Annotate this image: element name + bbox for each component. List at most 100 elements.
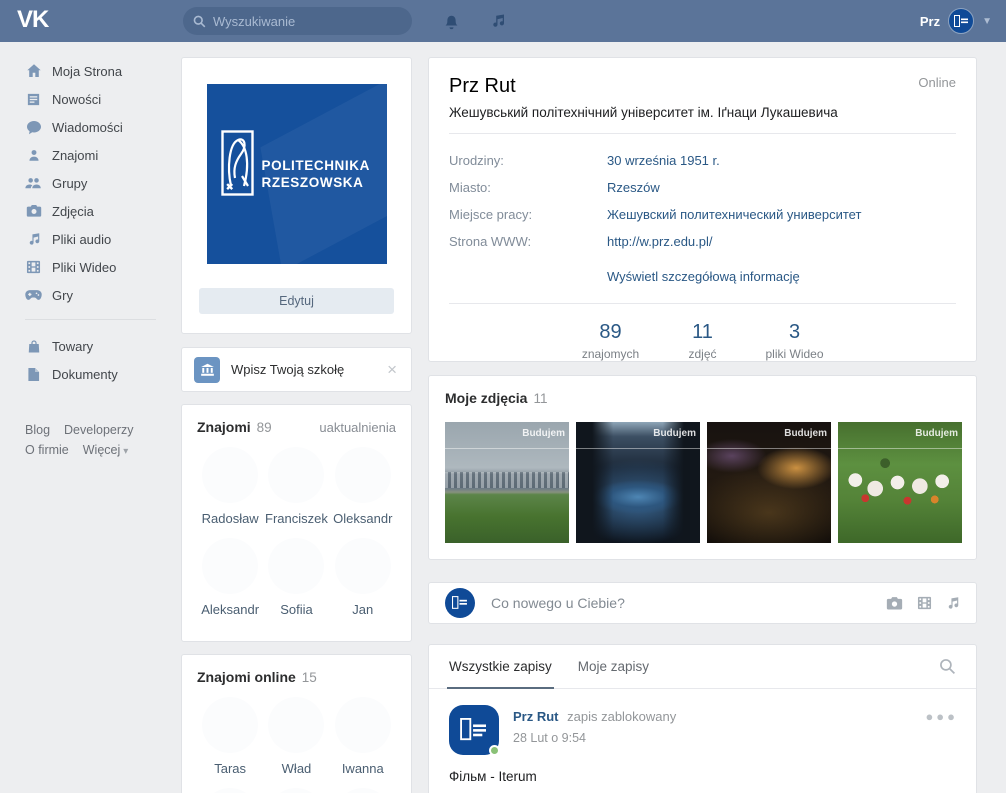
profile-counters: 89 znajomych 11 zdjęć 3 pliki Wideo <box>449 308 956 361</box>
friends-title[interactable]: Znajomi <box>197 419 251 435</box>
photo-campus-building[interactable]: Budujem <box>445 422 569 543</box>
friend-avatar[interactable] <box>268 538 324 594</box>
main-column: Prz Rut Online Жешувський політехнічний … <box>428 57 977 793</box>
left-column: POLITECHNIKA RZESZOWSKA Edytuj Wpisz Two… <box>181 57 412 793</box>
sidebar-item-grupy[interactable]: Grupy <box>0 169 181 197</box>
school-prompt-text[interactable]: Wpisz Twoją szkołę <box>231 362 385 377</box>
attach-video-button[interactable] <box>917 596 932 611</box>
composer-placeholder[interactable]: Co nowego u Ciebie? <box>491 595 886 611</box>
chevron-down-icon: ▼ <box>982 16 992 27</box>
sidebar-item-towary[interactable]: Towary <box>0 332 181 360</box>
show-detailed-info-link[interactable]: Wyświetl szczegółową informację <box>607 263 956 290</box>
footer-link-developerzy[interactable]: Developerzy <box>64 420 133 440</box>
detail-value[interactable]: 30 września 1951 r. <box>607 153 720 168</box>
sidebar-item-label: Grupy <box>52 176 87 191</box>
close-icon[interactable]: × <box>385 360 399 380</box>
status-text[interactable]: Жешувський політехнічний університет ім.… <box>449 105 956 120</box>
search-box[interactable] <box>183 7 412 35</box>
friend-avatar[interactable] <box>268 697 324 753</box>
friend-item: Wład <box>263 697 329 776</box>
shopping-bag-icon <box>25 338 42 355</box>
friend-avatar[interactable] <box>202 538 258 594</box>
friend-item: Radosław <box>197 447 263 526</box>
footer-link-blog[interactable]: Blog <box>25 420 50 440</box>
search-input[interactable] <box>213 14 402 29</box>
counter-videos[interactable]: 3 pliki Wideo <box>764 321 826 361</box>
notifications-button[interactable] <box>434 0 468 42</box>
photo-night-concert-crowd[interactable]: Budujem <box>707 422 831 543</box>
post-author-avatar[interactable] <box>449 705 499 755</box>
friends-updates-link[interactable]: uaktualnienia <box>319 420 396 435</box>
detail-row-workplace: Miejsce pracy: Жешувский политехнический… <box>449 201 956 228</box>
sidebar-item-pliki-audio[interactable]: Pliki audio <box>0 225 181 253</box>
tab-all-posts[interactable]: Wszystkie zapisy <box>449 645 552 688</box>
home-icon <box>25 63 42 80</box>
post-author-name[interactable]: Prz Rut <box>513 709 559 724</box>
friend-avatar[interactable] <box>335 697 391 753</box>
friends-online-count: 15 <box>302 670 317 685</box>
detail-value[interactable]: Жешувский политехнический университет <box>607 207 861 222</box>
photo-folk-dancers[interactable]: Budujem <box>838 422 962 543</box>
online-status: Online <box>918 75 956 90</box>
friend-name[interactable]: Taras <box>214 761 246 776</box>
video-icon <box>25 259 42 276</box>
post-blocked-badge: zapis zablokowany <box>567 709 676 724</box>
sidebar-divider <box>25 319 156 320</box>
counter-photos[interactable]: 11 zdjęć <box>672 321 734 361</box>
post-actions-menu[interactable]: ●●● <box>925 709 958 724</box>
photo-flight-simulator-cockpit[interactable]: Budujem <box>576 422 700 543</box>
attach-audio-button[interactable] <box>946 596 960 611</box>
attach-photo-button[interactable] <box>886 596 903 611</box>
friends-online-card: Znajomi online 15 Taras Wład Iwanna <box>181 654 412 793</box>
post-timestamp[interactable]: 28 Lut o 9:54 <box>513 731 676 745</box>
tab-my-posts[interactable]: Moje zapisy <box>578 645 649 688</box>
photos-title[interactable]: Moje zdjęcia <box>445 390 527 406</box>
profile-photo[interactable]: POLITECHNIKA RZESZOWSKA <box>207 84 387 264</box>
footer-link-wiecej[interactable]: Więcej▾ <box>83 440 129 462</box>
sidebar-item-wiadomosci[interactable]: Wiadomości <box>0 113 181 141</box>
friend-item: Franciszek <box>263 447 329 526</box>
friend-avatar[interactable] <box>202 788 258 793</box>
composer-avatar[interactable] <box>445 588 475 618</box>
friend-item: Jan <box>330 538 396 617</box>
edit-profile-button[interactable]: Edytuj <box>199 288 394 314</box>
friend-name[interactable]: Radosław <box>202 511 259 526</box>
friend-avatar[interactable] <box>335 788 391 793</box>
sidebar-item-moja-strona[interactable]: Moja Strona <box>0 57 181 85</box>
friend-name[interactable]: Franciszek <box>265 511 328 526</box>
music-button[interactable] <box>481 0 515 42</box>
friend-name[interactable]: Sofiia <box>280 602 313 617</box>
audio-icon <box>25 231 42 248</box>
friend-name[interactable]: Iwanna <box>342 761 384 776</box>
friend-avatar[interactable] <box>335 538 391 594</box>
friend-name[interactable]: Aleksandr <box>201 602 259 617</box>
sidebar-item-znajomi[interactable]: Znajomi <box>0 141 181 169</box>
friend-avatar[interactable] <box>268 788 324 793</box>
friend-name[interactable]: Jan <box>352 602 373 617</box>
messages-icon <box>25 119 42 136</box>
detail-value[interactable]: Rzeszów <box>607 180 660 195</box>
friend-name[interactable]: Oleksandr <box>333 511 392 526</box>
friend-name[interactable]: Wład <box>282 761 312 776</box>
friend-avatar[interactable] <box>202 447 258 503</box>
friends-online-title[interactable]: Znajomi online <box>197 669 296 685</box>
sidebar-item-zdjecia[interactable]: Zdjęcia <box>0 197 181 225</box>
friend-item <box>197 788 263 793</box>
sidebar-item-nowosci[interactable]: Nowości <box>0 85 181 113</box>
profile-details: Urodziny: 30 września 1951 r. Miasto: Rz… <box>449 147 956 255</box>
detail-label: Urodziny: <box>449 153 607 168</box>
footer-link-o-firmie[interactable]: O firmie <box>25 440 69 462</box>
divider <box>449 133 956 134</box>
detail-value[interactable]: http://w.prz.edu.pl/ <box>607 234 713 249</box>
vk-logo[interactable]: VK <box>17 6 48 34</box>
user-menu[interactable]: Prz ▼ <box>920 0 992 42</box>
wall-search-button[interactable] <box>939 658 956 675</box>
friend-avatar[interactable] <box>268 447 324 503</box>
sidebar-item-pliki-wideo[interactable]: Pliki Wideo <box>0 253 181 281</box>
friend-avatar[interactable] <box>335 447 391 503</box>
counter-friends[interactable]: 89 znajomych <box>580 321 642 361</box>
friend-avatar[interactable] <box>202 697 258 753</box>
photo-watermark: Budujem <box>522 428 565 439</box>
sidebar-item-gry[interactable]: Gry <box>0 281 181 309</box>
sidebar-item-dokumenty[interactable]: Dokumenty <box>0 360 181 388</box>
